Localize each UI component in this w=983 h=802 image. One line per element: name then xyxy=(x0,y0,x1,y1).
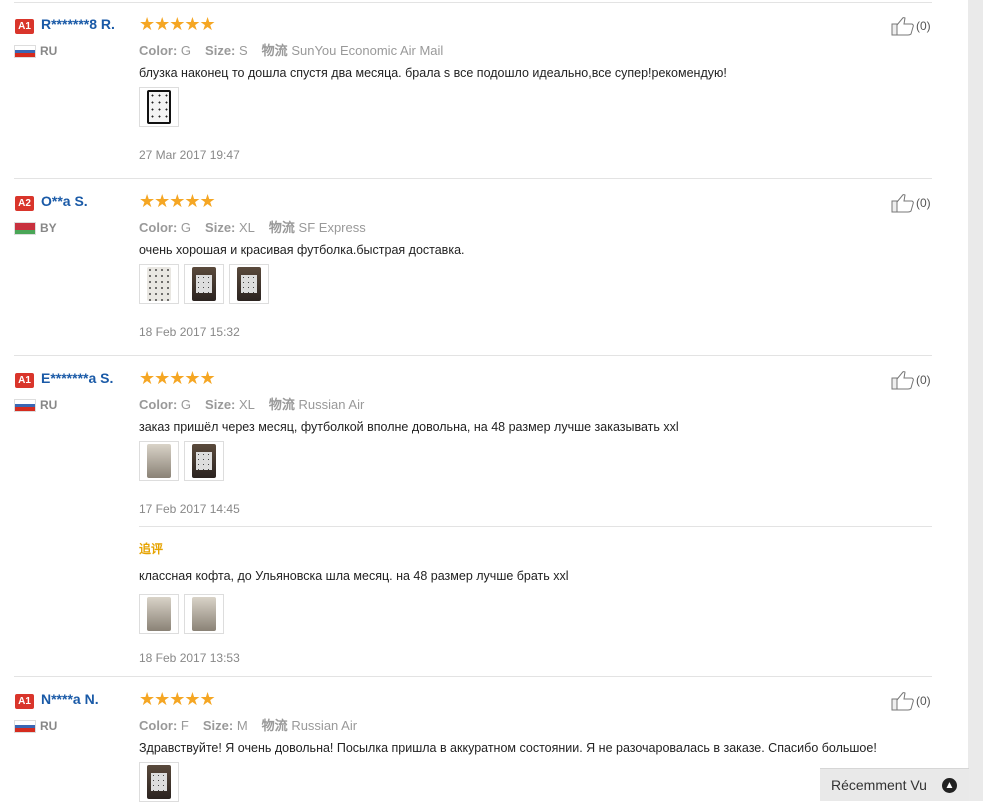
russia-flag-icon xyxy=(15,46,35,57)
review-photos xyxy=(139,87,179,127)
review-photo[interactable] xyxy=(184,264,224,304)
divider xyxy=(14,178,932,179)
buyer-level-badge: A1 xyxy=(15,694,34,709)
review-text: очень хорошая и красивая футболка.быстра… xyxy=(139,243,465,257)
review-photo[interactable] xyxy=(139,762,179,802)
recently-viewed-button[interactable]: Récemment Vu ▲ xyxy=(820,768,969,801)
review-text: Здравствуйте! Я очень довольна! Посылка … xyxy=(139,741,877,755)
review-photo[interactable] xyxy=(139,441,179,481)
buyer-country: RU xyxy=(40,719,58,733)
buyer-name: N****a N. xyxy=(41,691,99,707)
thumbs-up-icon xyxy=(891,692,914,711)
order-info: Color: G Size: XL 物流 Russian Air xyxy=(139,397,365,412)
review-date: 18 Feb 2017 15:32 xyxy=(139,325,240,339)
order-info: Color: F Size: M 物流 Russian Air xyxy=(139,718,358,733)
buyer-name: E*******a S. xyxy=(41,370,114,386)
buyer-level-badge: A2 xyxy=(15,196,34,211)
followup-text: классная кофта, до Ульяновска шла месяц.… xyxy=(139,569,569,583)
recently-viewed-label: Récemment Vu xyxy=(831,777,927,793)
divider xyxy=(14,2,932,3)
review-text: блузка наконец то дошла спустя два месяц… xyxy=(139,66,727,80)
thumbs-up-icon xyxy=(891,371,914,390)
buyer-name: O**a S. xyxy=(41,193,88,209)
helpful-button[interactable]: (0) xyxy=(891,193,931,213)
divider xyxy=(14,355,932,356)
review-text: заказ пришёл через месяц, футболкой впол… xyxy=(139,420,679,434)
page-scrollbar[interactable] xyxy=(968,0,983,801)
rating-stars: ★★★★★ xyxy=(139,14,216,34)
buyer-name: R*******8 R. xyxy=(41,16,115,32)
order-info: Color: G Size: S 物流 SunYou Economic Air Ma… xyxy=(139,43,444,58)
followup-date: 18 Feb 2017 13:53 xyxy=(139,651,240,665)
divider xyxy=(139,526,932,527)
thumbs-up-icon xyxy=(891,17,914,36)
review-photo[interactable] xyxy=(184,441,224,481)
review-date: 17 Feb 2017 14:45 xyxy=(139,502,240,516)
divider xyxy=(14,676,932,677)
review-photos xyxy=(139,441,224,481)
russia-flag-icon xyxy=(15,400,35,411)
review-photo[interactable] xyxy=(139,594,179,634)
belarus-flag-icon xyxy=(15,223,35,234)
rating-stars: ★★★★★ xyxy=(139,368,216,388)
helpful-button[interactable]: (0) xyxy=(891,16,931,36)
rating-stars: ★★★★★ xyxy=(139,191,216,211)
rating-stars: ★★★★★ xyxy=(139,689,216,709)
buyer-country: RU xyxy=(40,44,58,58)
review-photos xyxy=(139,264,269,304)
buyer-level-badge: A1 xyxy=(15,373,34,388)
chevron-up-icon: ▲ xyxy=(942,778,957,793)
review-photo[interactable] xyxy=(184,594,224,634)
russia-flag-icon xyxy=(15,721,35,732)
review-photo[interactable] xyxy=(229,264,269,304)
thumbs-up-icon xyxy=(891,194,914,213)
buyer-country: RU xyxy=(40,398,58,412)
review-photo[interactable] xyxy=(139,264,179,304)
helpful-button[interactable]: (0) xyxy=(891,691,931,711)
followup-photos xyxy=(139,594,224,634)
order-info: Color: G Size: XL 物流 SF Express xyxy=(139,220,366,235)
followup-label: 追评 xyxy=(139,542,164,556)
review-photo[interactable] xyxy=(139,87,179,127)
buyer-level-badge: A1 xyxy=(15,19,34,34)
buyer-country: BY xyxy=(40,221,57,235)
review-photos xyxy=(139,762,179,802)
review-date: 27 Mar 2017 19:47 xyxy=(139,148,240,162)
helpful-button[interactable]: (0) xyxy=(891,370,931,390)
